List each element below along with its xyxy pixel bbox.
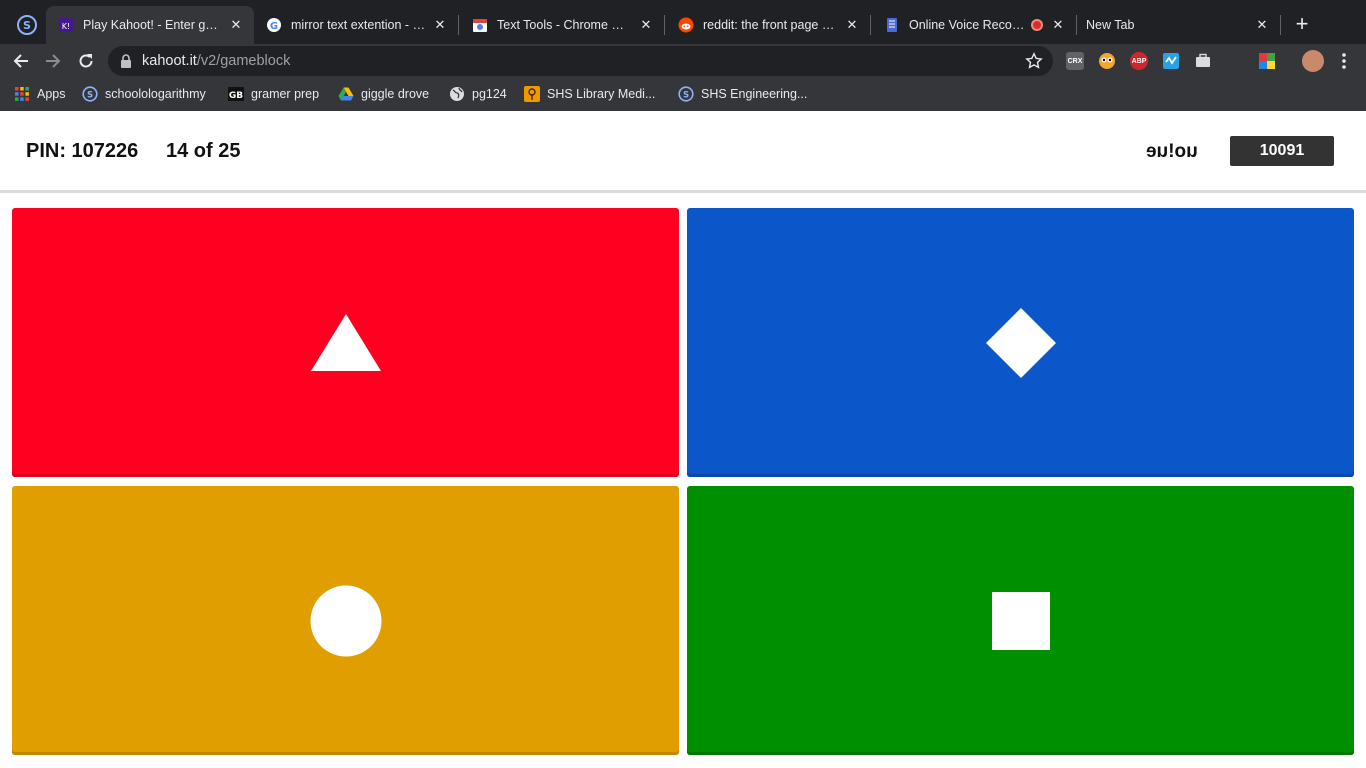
bookmark-apps[interactable]: Apps <box>14 84 66 104</box>
library-icon <box>524 86 540 102</box>
briefcase-extension-icon[interactable] <box>1194 52 1212 70</box>
address-bar[interactable]: kahoot.it/v2/gameblock <box>108 46 1053 76</box>
square-icon <box>991 591 1050 650</box>
close-tab-icon[interactable]: ✕ <box>638 17 654 33</box>
browser-chrome: S K! Play Kahoot! - Enter game PIN ✕ G m… <box>0 0 1366 111</box>
tab-voice-recorder[interactable]: Online Voice Recorder ✕ <box>872 6 1076 44</box>
tab-separator <box>870 15 871 35</box>
bookmark-label: pg124 <box>472 87 507 101</box>
tab-separator <box>1280 15 1281 35</box>
answer-button-triangle[interactable] <box>12 208 679 477</box>
close-tab-icon[interactable]: ✕ <box>432 17 448 33</box>
bookmarks-bar: Apps S schoolologarithmy GB gramer prep … <box>0 78 1366 111</box>
diamond-icon <box>985 307 1056 378</box>
forward-button[interactable] <box>42 50 64 72</box>
tab-new-tab[interactable]: New Tab ✕ <box>1078 6 1280 44</box>
bookmark-label: giggle drove <box>361 87 430 101</box>
schoology-icon[interactable]: S <box>16 14 38 36</box>
bookmark-label: SHS Library Medi... <box>547 87 656 101</box>
svg-text:S: S <box>23 19 31 32</box>
question-counter: 14 of 25 <box>166 140 241 162</box>
more-vert-icon[interactable] <box>1336 50 1352 72</box>
close-tab-icon[interactable]: ✕ <box>844 17 860 33</box>
tab-title: New Tab <box>1086 18 1135 32</box>
answer-button-square[interactable] <box>687 486 1354 755</box>
bookmark-giggle-drove[interactable]: giggle drove <box>338 84 429 104</box>
back-button[interactable] <box>10 50 32 72</box>
game-header: PIN: 107226 14 of 25 uo!ue 10091 <box>0 111 1366 193</box>
reload-button[interactable] <box>75 50 97 72</box>
circle-icon <box>310 585 381 656</box>
tab-kahoot[interactable]: K! Play Kahoot! - Enter game PIN ✕ <box>46 6 254 44</box>
lock-icon[interactable] <box>120 54 132 68</box>
browser-toolbar: kahoot.it/v2/gameblock CRX ABP <box>0 44 1366 78</box>
bookmark-label: SHS Engineering... <box>701 87 808 101</box>
reddit-icon <box>678 17 694 33</box>
new-tab-button[interactable]: + <box>1292 13 1312 35</box>
svg-text:S: S <box>683 91 689 101</box>
globe-icon <box>450 87 464 101</box>
svg-text:GB: GB <box>229 91 243 101</box>
bookmark-shs-library[interactable]: SHS Library Medi... <box>524 84 655 104</box>
game-pin: PIN: 107226 <box>26 140 139 162</box>
close-tab-icon[interactable]: ✕ <box>228 17 244 33</box>
tab-google-search[interactable]: G mirror text extention - Google Search … <box>254 6 458 44</box>
tab-text-tools[interactable]: Text Tools - Chrome Web Store ✕ <box>460 6 664 44</box>
triangle-icon <box>310 313 381 371</box>
bookmark-label: Apps <box>37 87 66 101</box>
gb-icon: GB <box>228 87 244 101</box>
bookmark-label: schoolologarithmy <box>105 87 206 101</box>
arrow-right-icon <box>46 54 61 68</box>
bookmark-label: gramer prep <box>251 87 320 101</box>
adblock-plus-icon[interactable]: ABP <box>1130 52 1148 70</box>
crx-extension-icon[interactable]: CRX <box>1066 52 1084 70</box>
google-drive-icon <box>338 87 354 101</box>
schoology-icon: S <box>82 86 98 102</box>
bookmark-schoolologarithmy[interactable]: S schoolologarithmy <box>82 84 206 104</box>
schoology-icon: S <box>678 86 694 102</box>
tab-strip: S K! Play Kahoot! - Enter game PIN ✕ G m… <box>0 0 1366 44</box>
blue-extension-icon[interactable] <box>1162 52 1180 70</box>
answer-button-diamond[interactable] <box>687 208 1354 477</box>
tab-title: Online Voice Recorder <box>909 18 1026 32</box>
tab-separator <box>458 15 459 35</box>
player-nickname: uo!ue <box>1146 141 1198 162</box>
apps-grid-icon <box>15 87 29 101</box>
tab-separator <box>1076 15 1077 35</box>
bookmark-gramer-prep[interactable]: GB gramer prep <box>228 84 319 104</box>
url-host: kahoot.it <box>142 53 197 69</box>
tab-title: Text Tools - Chrome Web Store <box>497 18 632 32</box>
voice-recorder-icon <box>887 18 897 32</box>
player-score: 10091 <box>1230 136 1334 166</box>
recording-indicator-icon <box>1031 19 1043 31</box>
svg-text:S: S <box>87 91 93 101</box>
tab-separator <box>664 15 665 35</box>
kahoot-icon: K! <box>59 18 73 32</box>
tab-reddit[interactable]: reddit: the front page of the internet ✕ <box>666 6 870 44</box>
close-tab-icon[interactable]: ✕ <box>1050 17 1066 33</box>
svg-text:G: G <box>270 21 278 32</box>
tab-title: mirror text extention - Google Search <box>291 18 426 32</box>
bookmark-shs-engineering[interactable]: S SHS Engineering... <box>678 84 807 104</box>
answer-button-circle[interactable] <box>12 486 679 755</box>
bookmark-pg124[interactable]: pg124 <box>449 84 507 104</box>
url-path: /v2/gameblock <box>196 53 291 69</box>
arrow-left-icon <box>13 54 28 68</box>
svg-text:K!: K! <box>62 22 70 31</box>
reload-icon <box>79 54 93 68</box>
close-tab-icon[interactable]: ✕ <box>1254 17 1270 33</box>
tab-title: Play Kahoot! - Enter game PIN <box>83 18 222 32</box>
color-extension-icon[interactable] <box>1258 52 1276 70</box>
profile-avatar[interactable] <box>1302 50 1324 72</box>
google-icon: G <box>267 18 281 32</box>
bookmark-star-icon[interactable] <box>1025 52 1043 70</box>
tab-title: reddit: the front page of the internet <box>703 18 838 32</box>
eyes-extension-icon[interactable] <box>1098 52 1116 70</box>
chrome-web-store-icon <box>473 19 487 32</box>
url-text: kahoot.it/v2/gameblock <box>142 53 290 69</box>
